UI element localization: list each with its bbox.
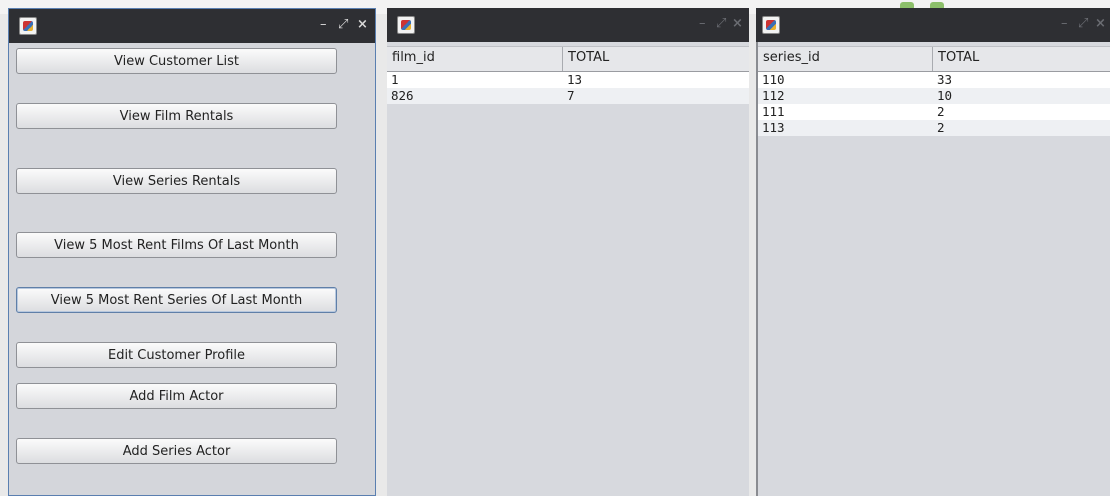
cell-series-id: 112	[762, 88, 785, 103]
view-film-rentals-button[interactable]: View Film Rentals	[16, 103, 337, 129]
cell-total: 7	[567, 88, 575, 103]
add-series-actor-button[interactable]: Add Series Actor	[16, 438, 337, 464]
minimize-icon[interactable]: –	[699, 16, 706, 32]
cell-film-id: 826	[391, 88, 414, 103]
cell-series-id: 111	[762, 104, 785, 119]
column-header-total[interactable]: TOTAL	[933, 47, 1110, 71]
cell-total: 13	[567, 72, 583, 87]
view-customer-list-button[interactable]: View Customer List	[16, 48, 337, 74]
cell-total: 2	[937, 104, 945, 119]
view-top-films-last-month-button[interactable]: View 5 Most Rent Films Of Last Month	[16, 232, 337, 258]
table-row[interactable]: 112 10	[758, 88, 1110, 104]
table-row[interactable]: 110 33	[758, 72, 1110, 88]
film-rentals-window: – ⤢ × film_id TOTAL 1 13 826 7	[387, 8, 749, 496]
column-header-series-id[interactable]: series_id	[758, 47, 933, 71]
restore-icon[interactable]: ⤢	[1078, 16, 1088, 32]
cell-total: 2	[937, 120, 945, 135]
table-header: series_id TOTAL	[758, 46, 1110, 72]
film-rentals-table: film_id TOTAL 1 13 826 7	[387, 46, 749, 104]
add-film-actor-button[interactable]: Add Film Actor	[16, 383, 337, 409]
restore-icon[interactable]: ⤢	[338, 17, 348, 33]
menu-window: – ⤢ × View Customer List View Film Renta…	[8, 8, 376, 496]
menu-window-titlebar[interactable]: – ⤢ ×	[9, 9, 375, 43]
series-window-titlebar[interactable]: – ⤢ ×	[756, 8, 1110, 42]
close-icon[interactable]: ×	[357, 17, 368, 33]
column-header-total[interactable]: TOTAL	[563, 47, 749, 71]
table-header: film_id TOTAL	[387, 46, 749, 72]
cell-total: 33	[937, 72, 953, 87]
table-row[interactable]: 111 2	[758, 104, 1110, 120]
minimize-icon[interactable]: –	[1061, 16, 1068, 32]
table-row[interactable]: 113 2	[758, 120, 1110, 136]
film-window-titlebar[interactable]: – ⤢ ×	[387, 8, 749, 42]
java-app-icon	[397, 16, 415, 34]
table-row[interactable]: 826 7	[387, 88, 749, 104]
restore-icon[interactable]: ⤢	[716, 16, 726, 32]
java-app-icon	[762, 16, 780, 34]
close-icon[interactable]: ×	[1095, 16, 1106, 32]
cell-total: 10	[937, 88, 953, 103]
cell-series-id: 113	[762, 120, 785, 135]
table-row[interactable]: 1 13	[387, 72, 749, 88]
series-rentals-table: series_id TOTAL 110 33 112 10 111 2 113 …	[758, 46, 1110, 136]
java-app-icon	[19, 17, 37, 35]
view-top-series-last-month-button[interactable]: View 5 Most Rent Series Of Last Month	[16, 287, 337, 313]
close-icon[interactable]: ×	[732, 16, 743, 32]
cell-film-id: 1	[391, 72, 399, 87]
cell-series-id: 110	[762, 72, 785, 87]
series-rentals-window: – ⤢ × series_id TOTAL 110 33 112 10 111 …	[756, 8, 1110, 496]
minimize-icon[interactable]: –	[320, 17, 327, 33]
view-series-rentals-button[interactable]: View Series Rentals	[16, 168, 337, 194]
column-header-film-id[interactable]: film_id	[387, 47, 563, 71]
edit-customer-profile-button[interactable]: Edit Customer Profile	[16, 342, 337, 368]
